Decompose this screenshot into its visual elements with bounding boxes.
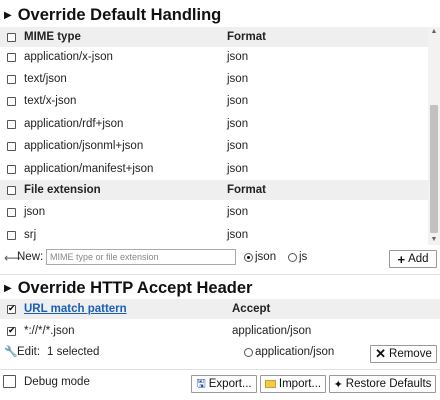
ext-row[interactable]: json json	[0, 202, 428, 222]
mime-row[interactable]: application/x-json json	[0, 47, 428, 67]
format-cell: json	[227, 206, 249, 218]
radio-json[interactable]	[244, 252, 253, 262]
section-divider	[0, 274, 440, 275]
mime-row[interactable]: text/json json	[0, 69, 428, 89]
sparkle-icon: ✦	[333, 378, 343, 391]
mime-type-cell: application/jsonml+json	[24, 140, 144, 152]
radio-js-label[interactable]: js	[299, 251, 307, 263]
mime-row[interactable]: application/rdf+json json	[0, 114, 428, 134]
mime-type-cell: application/x-json	[24, 51, 113, 63]
radio-json-label[interactable]: json	[255, 251, 276, 263]
row-checkbox[interactable]	[7, 325, 16, 336]
accept-cell: application/json	[232, 325, 312, 337]
override-accept-header[interactable]: ▶ Override HTTP Accept Header	[0, 276, 440, 300]
mime-list[interactable]: MIME type Format application/x-json json…	[0, 27, 440, 245]
format-cell: json	[227, 229, 249, 241]
format-cell: json	[227, 140, 249, 152]
mime-header-row: MIME type Format	[0, 27, 428, 47]
collapse-triangle-icon[interactable]: ▶	[4, 10, 12, 21]
radio-js[interactable]	[288, 252, 297, 262]
wrench-icon: 🔧	[4, 346, 18, 358]
import-label: Import...	[278, 378, 322, 390]
scroll-down-icon[interactable]: ▼	[428, 235, 440, 245]
restore-defaults-label: Restore Defaults	[345, 378, 432, 390]
extension-cell: json	[24, 206, 46, 218]
export-button[interactable]: 🖫 Export...	[191, 375, 257, 393]
mime-row[interactable]: application/jsonml+json json	[0, 136, 428, 156]
save-disk-icon: 🖫	[196, 377, 206, 390]
vertical-scrollbar[interactable]: ▲ ▼	[428, 27, 440, 245]
new-label: New:	[17, 251, 44, 263]
radio-js-option[interactable]: js	[288, 251, 307, 263]
mime-row[interactable]: text/x-json json	[0, 91, 428, 111]
close-icon: ✕	[375, 346, 387, 361]
import-button[interactable]: Import...	[260, 375, 326, 393]
debug-mode-option[interactable]: Debug mode	[3, 375, 90, 388]
remove-label: Remove	[389, 348, 432, 360]
radio-accept[interactable]	[244, 347, 253, 357]
export-label: Export...	[208, 378, 252, 390]
url-pattern-cell: *://*/*.json	[24, 325, 75, 337]
mime-type-cell: text/x-json	[24, 95, 77, 107]
file-extension-column-header[interactable]: File extension	[24, 184, 227, 196]
select-all-accept-checkbox[interactable]	[7, 303, 16, 314]
row-checkbox[interactable]	[7, 141, 16, 151]
ext-row[interactable]: srj json	[0, 225, 428, 245]
new-entry-row: ⟵ New: json js	[0, 248, 440, 268]
debug-mode-checkbox[interactable]	[3, 375, 16, 388]
mime-type-column-header[interactable]: MIME type	[24, 31, 227, 43]
accept-column-header[interactable]: Accept	[232, 303, 270, 315]
remove-button[interactable]: ✕ Remove	[370, 345, 437, 363]
row-checkbox[interactable]	[7, 96, 16, 106]
edit-selected-value: 1 selected	[47, 346, 100, 358]
scrollbar-thumb[interactable]	[430, 105, 438, 233]
row-checkbox[interactable]	[7, 230, 16, 240]
plus-icon: +	[397, 251, 406, 267]
debug-mode-label[interactable]: Debug mode	[24, 376, 90, 388]
footer-divider	[0, 369, 440, 370]
add-button[interactable]: + Add	[389, 250, 437, 268]
row-checkbox[interactable]	[7, 52, 16, 62]
mime-type-cell: text/json	[24, 73, 67, 85]
select-all-ext-checkbox[interactable]	[7, 185, 16, 195]
row-checkbox[interactable]	[7, 207, 16, 217]
format-cell: json	[227, 95, 249, 107]
ext-header-row: File extension Format	[0, 180, 428, 200]
format-cell: json	[227, 51, 249, 63]
format-cell: json	[227, 73, 249, 85]
scroll-up-icon[interactable]: ▲	[428, 27, 440, 37]
select-all-mime-checkbox[interactable]	[7, 32, 16, 42]
override-accept-title: Override HTTP Accept Header	[17, 278, 253, 297]
folder-icon	[264, 380, 276, 388]
extension-cell: srj	[24, 229, 37, 241]
url-match-pattern-header[interactable]: URL match pattern	[24, 303, 127, 315]
row-checkbox[interactable]	[7, 119, 16, 129]
mime-type-cell: application/manifest+json	[24, 163, 154, 175]
new-entry-input[interactable]	[46, 249, 236, 265]
format-cell: json	[227, 118, 249, 130]
row-checkbox[interactable]	[7, 164, 16, 174]
edit-label: Edit:	[17, 346, 41, 358]
override-default-header[interactable]: ▶ Override Default Handling	[0, 3, 440, 27]
format-column-header[interactable]: Format	[227, 184, 266, 196]
restore-defaults-button[interactable]: ✦ Restore Defaults	[329, 375, 436, 393]
accept-header-row: URL match pattern Accept	[0, 299, 440, 319]
mime-row[interactable]: application/manifest+json json	[0, 159, 428, 179]
format-cell: json	[227, 163, 249, 175]
radio-accept-option[interactable]: application/json	[244, 346, 334, 358]
add-label: Add	[408, 253, 429, 265]
row-checkbox[interactable]	[7, 74, 16, 84]
mime-type-cell: application/rdf+json	[24, 118, 124, 130]
radio-json-option[interactable]: json	[244, 251, 276, 263]
collapse-triangle-icon[interactable]: ▶	[4, 283, 12, 294]
format-column-header[interactable]: Format	[227, 31, 266, 43]
radio-accept-label[interactable]: application/json	[255, 346, 334, 358]
override-default-title: Override Default Handling	[17, 5, 222, 24]
accept-row[interactable]: *://*/*.json application/json	[0, 321, 440, 341]
